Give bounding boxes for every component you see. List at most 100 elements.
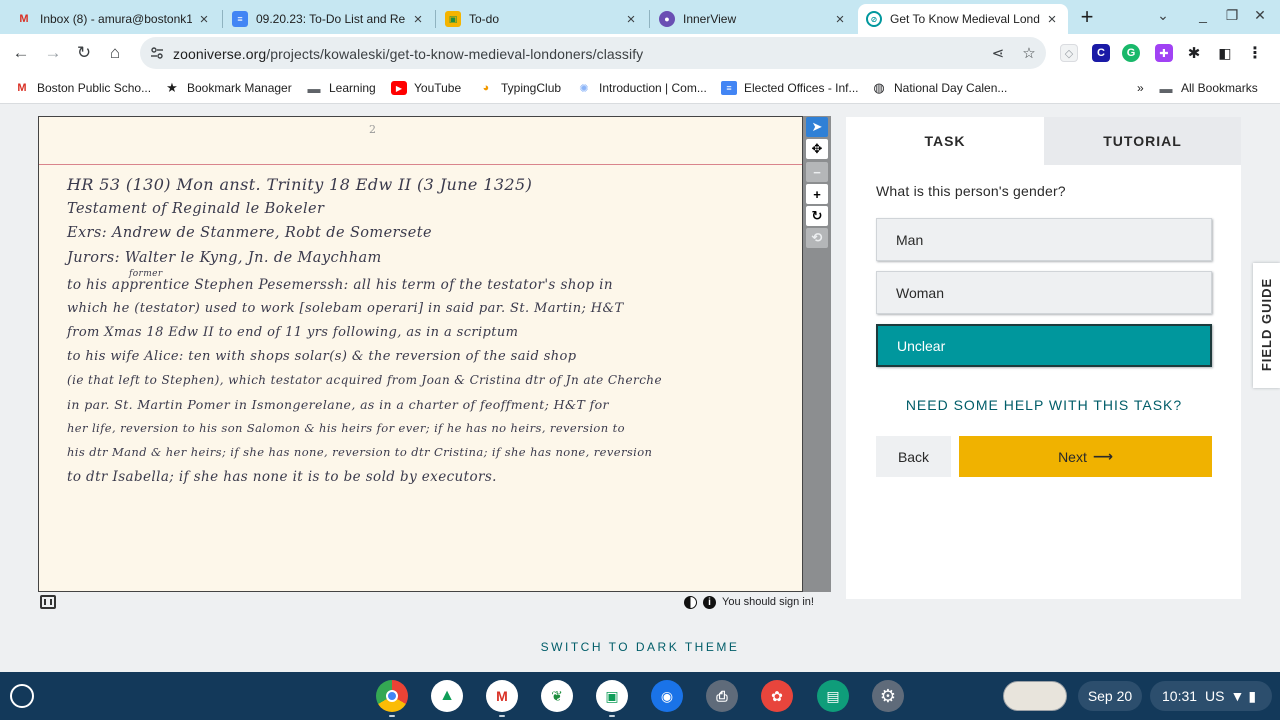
card-header-line: [39, 164, 802, 165]
bookmark-label: YouTube: [414, 81, 462, 95]
camera-icon[interactable]: ◉: [651, 680, 683, 712]
new-tab-button[interactable]: +: [1075, 6, 1099, 30]
close-icon[interactable]: ×: [832, 11, 848, 28]
gmail-icon[interactable]: M: [486, 680, 518, 712]
restore-icon[interactable]: ❐: [1222, 7, 1242, 24]
zoom-in-icon[interactable]: +: [806, 184, 828, 204]
window-close-icon[interactable]: ✕: [1250, 7, 1270, 24]
next-label: Next: [1058, 448, 1087, 465]
bookmark-label: Learning: [329, 81, 376, 95]
pointer-tool-icon[interactable]: ➤: [806, 117, 828, 137]
bookmark-label: TypingClub: [501, 81, 562, 95]
side-panel-icon[interactable]: ◧: [1216, 44, 1234, 62]
globe-icon: ✺: [579, 82, 589, 95]
dark-theme-toggle[interactable]: SWITCH TO DARK THEME: [0, 640, 1280, 654]
slides-icon[interactable]: ▣: [596, 680, 628, 712]
bookmark-item[interactable]: ▬ Learning: [306, 80, 376, 96]
clock: 10:31: [1162, 688, 1198, 704]
tab-gmail[interactable]: M Inbox (8) - amura@bostonk12 ×: [8, 4, 220, 34]
tab-innerview[interactable]: ● InnerView ×: [651, 4, 856, 34]
tote-thumbnail[interactable]: [1003, 681, 1067, 711]
reload-icon[interactable]: ↻: [72, 41, 96, 65]
gmail-icon: M: [19, 13, 29, 25]
minimize-icon[interactable]: _: [1193, 7, 1213, 23]
zoom-out-icon[interactable]: −: [806, 162, 828, 182]
task-help-link[interactable]: NEED SOME HELP WITH THIS TASK?: [876, 397, 1212, 413]
bookmark-item[interactable]: ▶ YouTube: [391, 80, 461, 96]
bookmark-item[interactable]: M Boston Public Scho...: [14, 80, 151, 96]
site-info-icon[interactable]: [150, 46, 164, 60]
close-icon[interactable]: ×: [623, 11, 639, 28]
back-icon[interactable]: ←: [9, 41, 33, 65]
page-content: 2 HR 53 (130) Mon anst. Trinity 18 Edw I…: [0, 105, 1280, 672]
bookmark-item[interactable]: ✺ Introduction | Com...: [576, 80, 706, 96]
forward-icon[interactable]: →: [41, 41, 65, 65]
sign-in-notice[interactable]: You should sign in!: [722, 596, 814, 608]
transcript-line: Testament of Reginald le Bokeler: [67, 201, 325, 217]
home-icon[interactable]: ⌂: [103, 41, 127, 65]
address-bar[interactable]: zooniverse.org/projects/kowaleski/get-to…: [140, 37, 1046, 69]
reset-view-icon[interactable]: ⟲: [806, 228, 828, 248]
bookmarks-overflow-button[interactable]: »: [1137, 80, 1144, 96]
system-tray[interactable]: 10:31 US ▼ ▮: [1150, 681, 1272, 711]
all-bookmarks-button[interactable]: ▬ All Bookmarks: [1158, 80, 1258, 96]
bookmark-star-icon[interactable]: ☆: [1019, 44, 1039, 64]
pan-tool-icon[interactable]: ✥: [806, 139, 828, 159]
transcript-line: which he (testator) used to work [soleba…: [67, 301, 624, 316]
paint-icon[interactable]: ✿: [761, 680, 793, 712]
tab-tutorial[interactable]: TUTORIAL: [1044, 117, 1241, 165]
launcher-icon[interactable]: [10, 684, 34, 708]
arrow-right-icon: ⟶: [1092, 448, 1113, 464]
close-icon[interactable]: ×: [196, 11, 212, 28]
settings-icon[interactable]: ⚙: [872, 680, 904, 712]
close-icon[interactable]: ×: [1044, 11, 1060, 28]
transcript-line: Exrs: Andrew de Stanmere, Robt de Somers…: [67, 225, 432, 241]
bookmark-item[interactable]: ≡ Elected Offices - Inf...: [721, 80, 859, 96]
share-icon[interactable]: ⋖: [988, 44, 1008, 64]
invert-colors-icon[interactable]: [684, 595, 697, 609]
answer-unclear[interactable]: Unclear: [876, 324, 1212, 367]
extension-grammarly-icon[interactable]: G: [1122, 44, 1140, 62]
star-icon: ★: [166, 80, 178, 95]
tab-search-icon[interactable]: ⌄: [1153, 7, 1173, 24]
classroom-app-icon[interactable]: ❦: [541, 680, 573, 712]
forms-icon[interactable]: ▤: [817, 680, 849, 712]
extension-c-icon[interactable]: C: [1092, 44, 1110, 62]
filmstrip-icon[interactable]: [40, 595, 56, 609]
bookmark-item[interactable]: ★ Bookmark Manager: [164, 80, 292, 96]
tab-strip: M Inbox (8) - amura@bostonk12 × ≡ 09.20.…: [0, 0, 1280, 34]
bookmark-item[interactable]: ◕ TypingClub: [478, 80, 561, 96]
transcript-line: her life, reversion to his son Salomon &…: [67, 421, 625, 435]
close-icon[interactable]: ×: [410, 11, 426, 28]
next-button[interactable]: Next ⟶: [959, 436, 1212, 477]
tab-task[interactable]: TASK: [846, 117, 1044, 165]
tab-zooniverse[interactable]: ⊘ Get To Know Medieval Lond ×: [858, 4, 1068, 34]
chrome-icon[interactable]: [376, 680, 408, 712]
answer-woman[interactable]: Woman: [876, 271, 1212, 314]
tab-title: InnerView: [683, 12, 737, 26]
drive-icon[interactable]: ▲: [431, 680, 463, 712]
zooniverse-icon: ⊘: [866, 11, 882, 27]
extensions-icon[interactable]: ✱: [1185, 44, 1203, 62]
rotate-icon[interactable]: ↻: [806, 206, 828, 226]
subject-image[interactable]: 2 HR 53 (130) Mon anst. Trinity 18 Edw I…: [38, 116, 803, 592]
menu-icon[interactable]: ⋮: [1246, 44, 1264, 62]
gmail-icon: M: [17, 82, 27, 94]
extension-puzzle-purple-icon[interactable]: ✚: [1155, 44, 1173, 62]
info-icon[interactable]: i: [703, 595, 716, 609]
print-icon[interactable]: ⎙: [706, 680, 738, 712]
wifi-icon: ▼: [1230, 688, 1245, 704]
bookmark-item[interactable]: ◍ National Day Calen...: [871, 80, 1007, 96]
tab-docs[interactable]: ≡ 09.20.23: To-Do List and Rem ×: [224, 4, 434, 34]
transcript-line: to his wife Alice: ten with shops solar(…: [67, 349, 577, 364]
calendar-date[interactable]: Sep 20: [1078, 681, 1142, 711]
transcript-line: to dtr Isabella; if she has none it is t…: [67, 469, 497, 485]
bookmark-label: Elected Offices - Inf...: [744, 81, 859, 95]
back-button[interactable]: Back: [876, 436, 951, 477]
tab-classroom[interactable]: ▣ To-do ×: [437, 4, 647, 34]
field-guide-button[interactable]: FIELD GUIDE: [1253, 263, 1280, 388]
subject-metadata-row: i You should sign in!: [684, 594, 814, 610]
tab-title: Inbox (8) - amura@bostonk12: [40, 12, 192, 26]
extension-shield-icon[interactable]: ◇: [1060, 44, 1078, 62]
answer-man[interactable]: Man: [876, 218, 1212, 261]
